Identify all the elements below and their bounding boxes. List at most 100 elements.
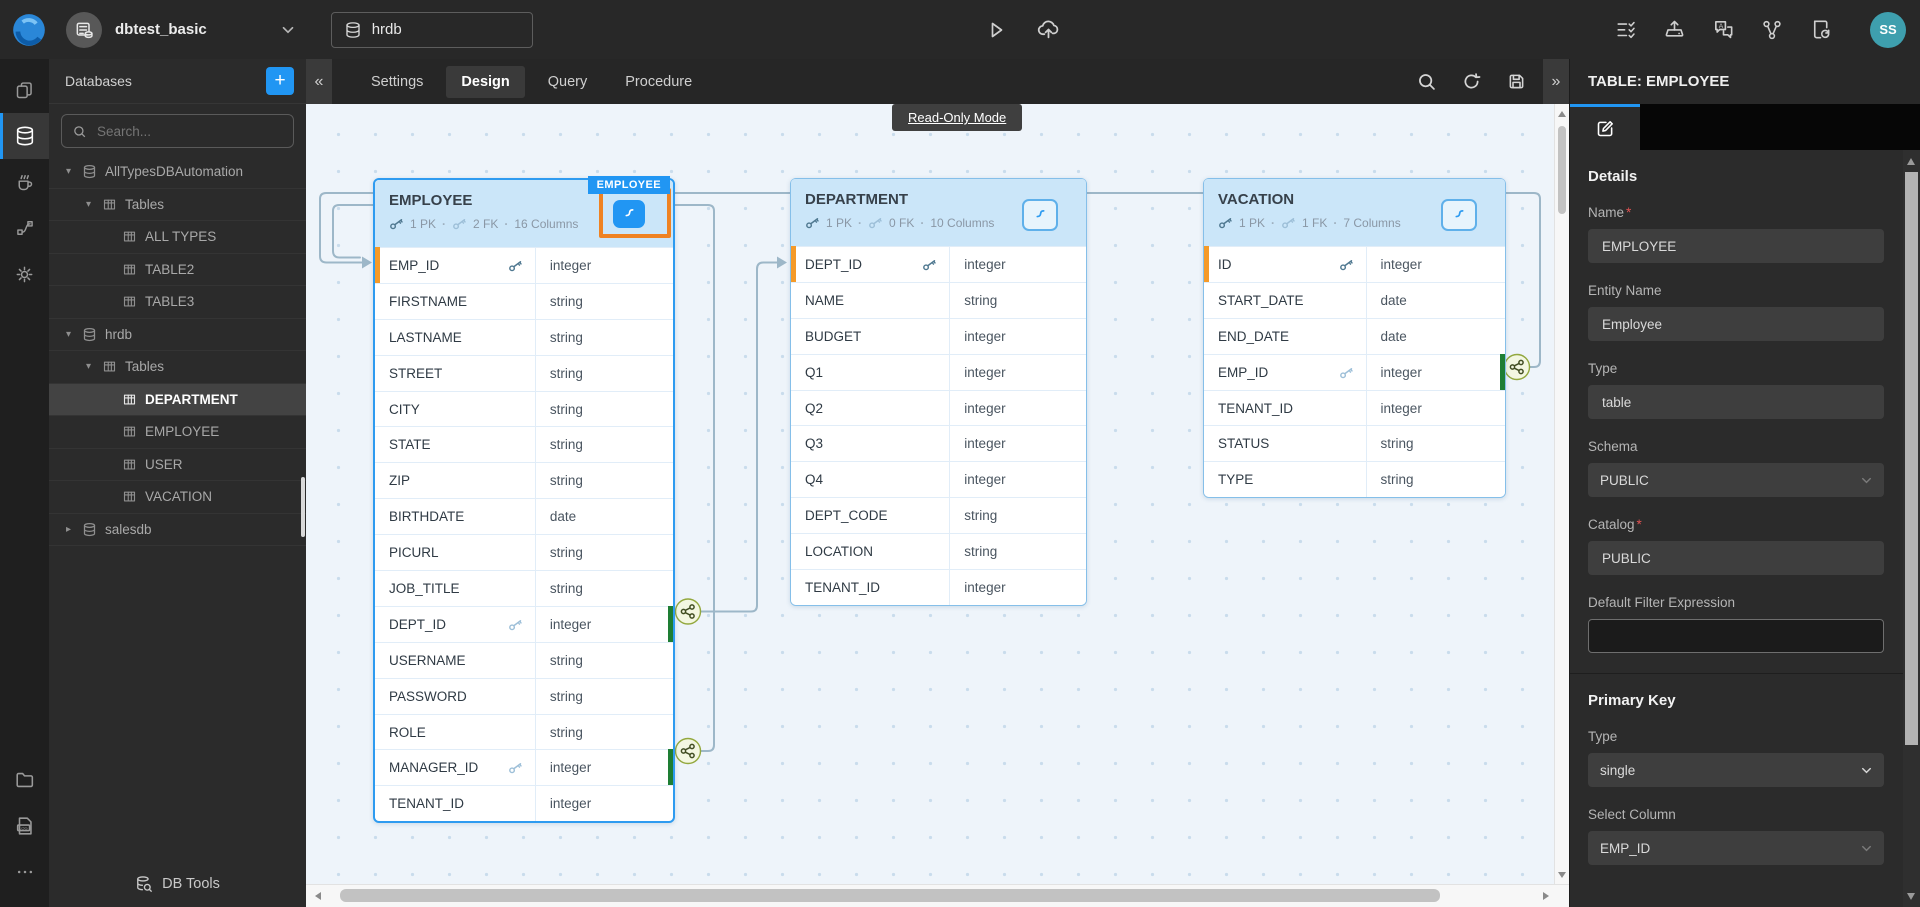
script-refresh-icon[interactable] (1809, 18, 1832, 41)
name-input[interactable] (1600, 238, 1872, 255)
column-row-dept-code[interactable]: DEPT_CODEstring (791, 497, 1086, 533)
sidebar-item-hrdb[interactable]: ▾hrdb (49, 319, 306, 352)
connection-selector[interactable]: hrdb (331, 12, 533, 48)
column-row-dept-id[interactable]: DEPT_IDinteger (375, 606, 673, 642)
column-row-tenant-id[interactable]: TENANT_IDinteger (791, 569, 1086, 605)
search-input[interactable] (95, 123, 283, 140)
relationships-button[interactable] (1022, 199, 1058, 231)
sidebar-item-tables[interactable]: ▾Tables (49, 189, 306, 222)
tab-query[interactable]: Query (533, 66, 603, 98)
vertical-scroll-thumb[interactable] (1558, 126, 1566, 214)
add-database-button[interactable]: + (266, 67, 294, 95)
sidebar-item-table3[interactable]: TABLE3 (49, 286, 306, 319)
column-row-budget[interactable]: BUDGETinteger (791, 318, 1086, 354)
run-icon[interactable] (984, 18, 1008, 42)
column-row-firstname[interactable]: FIRSTNAMEstring (375, 283, 673, 319)
entity-name-input[interactable] (1600, 316, 1872, 333)
column-row-q3[interactable]: Q3integer (791, 425, 1086, 461)
save-icon[interactable] (1506, 71, 1527, 92)
caret-down-icon[interactable]: ▾ (63, 329, 74, 340)
rail-item-gear-icon[interactable] (0, 251, 49, 297)
sidebar-item-salesdb[interactable]: ▸salesdb (49, 514, 306, 547)
column-row-job-title[interactable]: JOB_TITLEstring (375, 570, 673, 606)
name-field[interactable] (1588, 229, 1884, 263)
rail-item-join-icon[interactable] (0, 205, 49, 251)
column-row-start-date[interactable]: START_DATEdate (1204, 282, 1505, 318)
collapse-sidebar-button[interactable]: « (306, 59, 332, 104)
db-tools-button[interactable]: DB Tools (49, 861, 306, 907)
sidebar-item-table2[interactable]: TABLE2 (49, 254, 306, 287)
relationships-button[interactable] (1441, 199, 1477, 231)
tab-edit-table[interactable] (1570, 104, 1640, 150)
select-column-select[interactable]: EMP_ID (1588, 831, 1884, 865)
app-logo-icon[interactable] (10, 11, 48, 49)
type-input[interactable] (1600, 394, 1872, 411)
column-row-dept-id[interactable]: DEPT_IDinteger (791, 246, 1086, 282)
schema-select[interactable]: PUBLIC (1588, 463, 1884, 497)
scroll-up-icon[interactable] (1558, 111, 1566, 117)
search-icon[interactable] (1416, 71, 1437, 92)
scroll-left-icon[interactable] (315, 892, 321, 900)
rail-item-coffee-icon[interactable] (0, 159, 49, 205)
column-row-location[interactable]: LOCATIONstring (791, 533, 1086, 569)
column-row-type[interactable]: TYPEstring (1204, 461, 1505, 497)
column-row-q2[interactable]: Q2integer (791, 390, 1086, 426)
column-row-status[interactable]: STATUSstring (1204, 425, 1505, 461)
column-row-street[interactable]: STREETstring (375, 355, 673, 391)
table-card-vacation[interactable]: VACATION1 PK·1 FK·7 ColumnsIDintegerSTAR… (1203, 178, 1506, 498)
tab-design[interactable]: Design (446, 66, 524, 98)
tab-settings[interactable]: Settings (356, 66, 438, 98)
cloud-upload-icon[interactable] (1036, 17, 1061, 42)
column-row-emp-id[interactable]: EMP_IDinteger (375, 247, 673, 283)
column-row-username[interactable]: USERNAMEstring (375, 642, 673, 678)
sidebar-item-vacation[interactable]: VACATION (49, 481, 306, 514)
horizontal-scroll-thumb[interactable] (340, 889, 1440, 902)
default-filter-expression-field[interactable] (1588, 619, 1884, 653)
export-icon[interactable] (1663, 18, 1686, 41)
type-field[interactable] (1588, 385, 1884, 419)
column-row-id[interactable]: IDinteger (1204, 246, 1505, 282)
column-row-birthdate[interactable]: BIRTHDATEdate (375, 498, 673, 534)
column-row-tenant-id[interactable]: TENANT_IDinteger (375, 785, 673, 821)
column-row-state[interactable]: STATEstring (375, 426, 673, 462)
rail-item-folder-icon[interactable] (0, 757, 49, 803)
scroll-right-icon[interactable] (1543, 892, 1549, 900)
sidebar-item-tables[interactable]: ▾Tables (49, 351, 306, 384)
project-avatar-icon[interactable] (66, 12, 102, 48)
catalog-input[interactable] (1600, 550, 1872, 567)
rail-item-log-file-icon[interactable]: LOG (0, 803, 49, 849)
table-card-department[interactable]: DEPARTMENT1 PK·0 FK·10 ColumnsDEPT_IDint… (790, 178, 1087, 606)
column-row-q1[interactable]: Q1integer (791, 354, 1086, 390)
column-row-picurl[interactable]: PICURLstring (375, 534, 673, 570)
expand-panel-button[interactable]: » (1543, 59, 1569, 104)
user-avatar[interactable]: SS (1870, 12, 1906, 48)
caret-down-icon[interactable]: ▾ (63, 166, 74, 177)
panel-scrollbar[interactable] (1903, 150, 1920, 907)
rail-item-more-icon[interactable] (0, 849, 49, 895)
task-list-icon[interactable] (1615, 19, 1637, 41)
column-row-end-date[interactable]: END_DATEdate (1204, 318, 1505, 354)
translate-icon[interactable]: A (1712, 18, 1735, 41)
column-row-tenant-id[interactable]: TENANT_IDinteger (1204, 390, 1505, 426)
panel-scroll-up-icon[interactable] (1907, 158, 1915, 165)
column-row-q4[interactable]: Q4integer (791, 461, 1086, 497)
canvas-vertical-scrollbar[interactable] (1554, 104, 1569, 885)
column-row-lastname[interactable]: LASTNAMEstring (375, 319, 673, 355)
refresh-icon[interactable] (1461, 71, 1482, 92)
column-row-role[interactable]: ROLEstring (375, 714, 673, 750)
sidebar-item-alltypesdbautomation[interactable]: ▾AllTypesDBAutomation (49, 156, 306, 189)
sidebar-item-user[interactable]: USER (49, 449, 306, 482)
catalog-field[interactable] (1588, 541, 1884, 575)
panel-scroll-down-icon[interactable] (1907, 893, 1915, 900)
panel-scroll-thumb[interactable] (1905, 172, 1918, 745)
relationships-button[interactable] (613, 200, 645, 228)
scroll-down-icon[interactable] (1558, 872, 1566, 878)
sidebar-item-employee[interactable]: EMPLOYEE (49, 416, 306, 449)
caret-down-icon[interactable]: ▾ (83, 361, 94, 372)
diagram-canvas[interactable]: EMPLOYEE1 PK·2 FK·16 ColumnsEMPLOYEEEMP_… (306, 104, 1556, 885)
sidebar-item-all-types[interactable]: ALL TYPES (49, 221, 306, 254)
entity-name-field[interactable] (1588, 307, 1884, 341)
caret-down-icon[interactable]: ▾ (83, 199, 94, 210)
type-select[interactable]: single (1588, 753, 1884, 787)
table-card-employee[interactable]: EMPLOYEE1 PK·2 FK·16 ColumnsEMPLOYEEEMP_… (373, 178, 675, 823)
